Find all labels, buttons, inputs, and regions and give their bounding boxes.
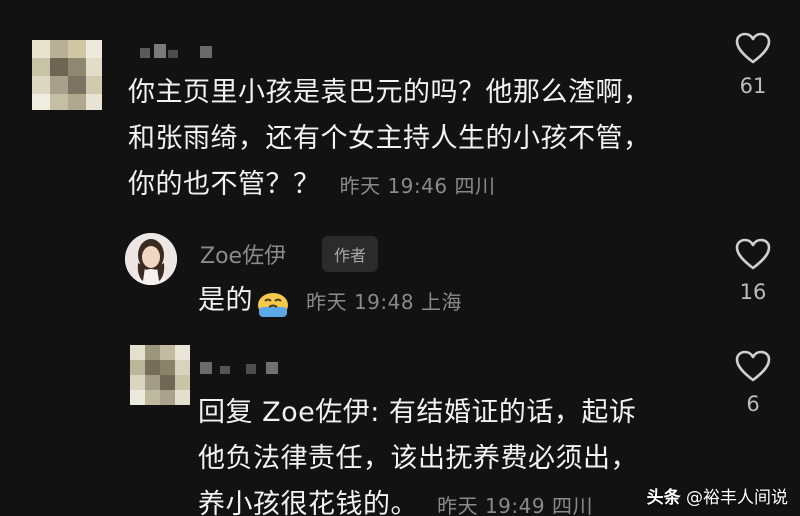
reply-text-line: 养小孩很花钱的。 昨天 19:49 四川 [198, 482, 593, 516]
comment-text-line: 你主页里小孩是袁巴元的吗？他那么渣啊， [128, 77, 651, 108]
pixelated-avatar-image [130, 345, 190, 405]
crying-face-emoji [255, 287, 291, 317]
watermark-handle: @裕丰人间说 [686, 488, 788, 508]
reply-text-line: 是的 昨天 19:48 上海 [198, 278, 462, 325]
watermark-logo: 头条 [646, 488, 681, 508]
watermark: 头条 @裕丰人间说 [647, 483, 788, 508]
reply-meta: 昨天 19:49 四川 [437, 494, 593, 516]
like-count: 16 [739, 280, 767, 304]
username-pixelated [200, 362, 278, 374]
like-button[interactable]: 16 [723, 238, 783, 304]
like-count: 61 [739, 74, 767, 98]
reply-text-line: 回复 Zoe佐伊: 有结婚证的话，起诉 [198, 397, 637, 428]
author-avatar-image [125, 233, 177, 285]
reply-text-tail: 养小孩很花钱的。 [198, 489, 418, 516]
heart-outline-icon [735, 32, 771, 64]
avatar[interactable] [130, 345, 190, 405]
like-count: 6 [746, 392, 760, 416]
pixelated-avatar-image [32, 40, 102, 110]
author-username[interactable]: Zoe佐伊 [200, 238, 286, 270]
reply-meta: 昨天 19:48 上海 [306, 290, 462, 314]
comment-text-line: 和张雨绮，还有个女主持人生的小孩不管， [128, 123, 651, 154]
avatar[interactable] [125, 233, 177, 285]
heart-outline-icon [735, 350, 771, 382]
comment-text-line: 你的也不管？？ 昨天 19:46 四川 [128, 162, 495, 209]
comment-meta: 昨天 19:46 四川 [339, 174, 496, 198]
username-pixelated [140, 44, 212, 58]
reply-text: 是的 [198, 285, 253, 316]
avatar[interactable] [32, 40, 102, 110]
comment-list: 你主页里小孩是袁巴元的吗？他那么渣啊， 和张雨绮，还有个女主持人生的小孩不管， … [0, 0, 800, 516]
like-button[interactable]: 6 [723, 350, 783, 416]
author-badge: 作者 [322, 236, 379, 272]
like-button[interactable]: 61 [723, 32, 783, 98]
heart-outline-icon [735, 238, 771, 270]
comment-text-tail: 你的也不管？？ [128, 169, 321, 200]
reply-text-line: 他负法律责任，该出抚养费必须出， [198, 443, 638, 474]
